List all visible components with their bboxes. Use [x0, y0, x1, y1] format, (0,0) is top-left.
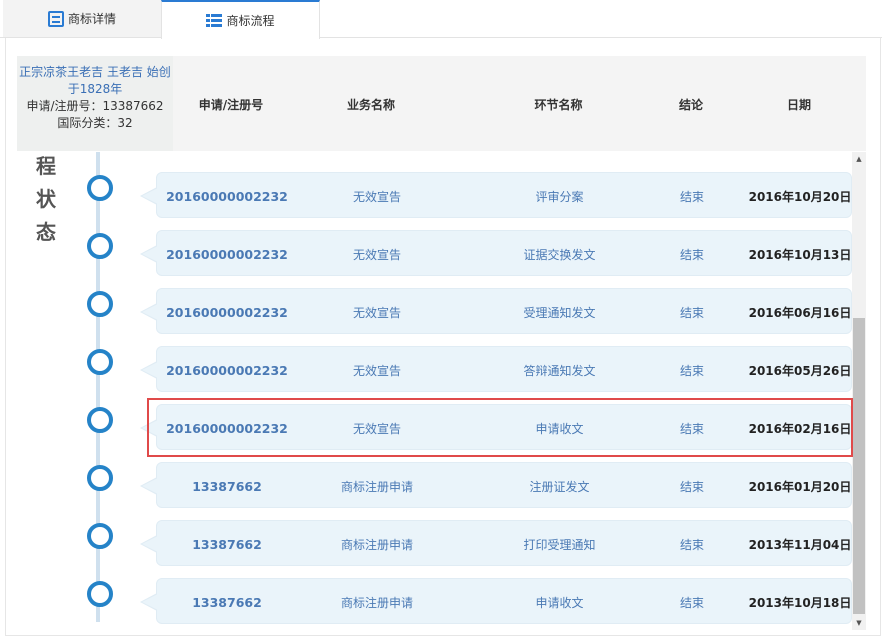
process-row: 20160000002232 无效宣告 评审分案 结束 2016年10月20日 — [140, 172, 852, 218]
row-step-name: 受理通知发文 — [523, 305, 596, 320]
process-row: 20160000002232 无效宣告 答辩通知发文 结束 2016年05月26日 — [140, 346, 852, 392]
row-step-name: 注册证发文 — [529, 479, 590, 494]
timeline-node-icon — [87, 291, 113, 317]
timeline-node-icon — [87, 465, 113, 491]
row-step-name: 打印受理通知 — [523, 537, 596, 552]
international-class: 国际分类：32 — [57, 116, 133, 130]
row-business-name: 无效宣告 — [352, 305, 401, 320]
header-reg-number: 申请/注册号 — [198, 98, 264, 112]
tab-bar: 商标详情 商标流程 — [0, 0, 882, 39]
highlight-box — [147, 398, 853, 457]
registration-number: 申请/注册号：13387662 — [26, 99, 164, 113]
row-business-name: 无效宣告 — [352, 189, 401, 204]
row-business-name: 商标注册申请 — [340, 479, 413, 494]
row-date: 2016年06月16日 — [748, 305, 852, 320]
process-row: 13387662 商标注册申请 打印受理通知 结束 2013年11月04日 — [140, 520, 852, 566]
timeline-node-icon — [87, 233, 113, 259]
process-row: 20160000002232 无效宣告 受理通知发文 结束 2016年06月16日 — [140, 288, 852, 334]
row-reg-number: 20160000002232 — [166, 246, 288, 262]
row-result: 结束 — [679, 479, 704, 494]
tab-label: 商标流程 — [226, 14, 275, 28]
trademark-name: 正宗凉茶王老吉 王老吉 始创 — [19, 65, 171, 79]
tab-trademark-details[interactable]: 商标详情 — [3, 0, 161, 37]
row-result: 结束 — [679, 189, 704, 204]
row-result: 结束 — [679, 247, 704, 262]
scrollbar-thumb[interactable] — [853, 318, 865, 614]
header-result: 结论 — [678, 98, 703, 112]
document-icon — [47, 10, 64, 27]
row-reg-number: 13387662 — [192, 478, 262, 494]
row-reg-number: 13387662 — [192, 536, 262, 552]
row-result: 结束 — [679, 305, 704, 320]
trademark-info: 正宗凉茶王老吉 王老吉 始创 于1828年 申请/注册号：13387662 国际… — [17, 56, 173, 151]
list-icon — [206, 12, 223, 29]
row-reg-number: 20160000002232 — [166, 304, 288, 320]
row-step-name: 评审分案 — [535, 189, 584, 204]
row-business-name: 商标注册申请 — [340, 595, 413, 610]
row-reg-number: 20160000002232 — [166, 362, 288, 378]
row-date: 2016年10月20日 — [748, 189, 852, 204]
row-step-name: 答辩通知发文 — [523, 363, 596, 378]
timeline-node-icon — [87, 175, 113, 201]
side-status-char: 程 — [36, 154, 56, 178]
row-date: 2013年11月04日 — [748, 537, 852, 552]
row-result: 结束 — [679, 363, 704, 378]
side-status-char: 态 — [36, 220, 56, 244]
row-date: 2016年01月20日 — [748, 479, 852, 494]
row-result: 结束 — [679, 537, 704, 552]
row-result: 结束 — [679, 595, 704, 610]
timeline-node-icon — [87, 407, 113, 433]
scrollbar[interactable]: ▲ ▼ — [852, 152, 866, 630]
row-business-name: 无效宣告 — [352, 363, 401, 378]
row-step-name: 申请收文 — [535, 595, 584, 610]
row-date: 2016年10月13日 — [748, 247, 852, 262]
header-step: 环节名称 — [534, 98, 583, 112]
header-date: 日期 — [786, 98, 811, 112]
scroll-down-icon[interactable]: ▼ — [852, 616, 866, 630]
tab-label: 商标详情 — [67, 12, 116, 26]
timeline-node-icon — [87, 349, 113, 375]
row-business-name: 无效宣告 — [352, 247, 401, 262]
process-row: 13387662 商标注册申请 申请收文 结束 2013年10月18日 — [140, 578, 852, 624]
row-business-name: 商标注册申请 — [340, 537, 413, 552]
row-date: 2016年05月26日 — [748, 363, 852, 378]
row-reg-number: 13387662 — [192, 594, 262, 610]
row-reg-number: 20160000002232 — [166, 188, 288, 204]
timeline-line — [96, 152, 100, 622]
process-row: 13387662 商标注册申请 注册证发文 结束 2016年01月20日 — [140, 462, 852, 508]
header-business: 业务名称 — [346, 98, 395, 112]
scroll-up-icon[interactable]: ▲ — [852, 152, 866, 166]
process-row: 20160000002232 无效宣告 证据交换发文 结束 2016年10月13日 — [140, 230, 852, 276]
row-step-name: 证据交换发文 — [523, 247, 596, 262]
tab-trademark-process[interactable]: 商标流程 — [161, 0, 320, 39]
timeline-node-icon — [87, 523, 113, 549]
trademark-name-cont: 于1828年 — [67, 82, 123, 96]
timeline-node-icon — [87, 581, 113, 607]
side-status-char: 状 — [36, 187, 56, 211]
row-date: 2013年10月18日 — [748, 595, 852, 610]
